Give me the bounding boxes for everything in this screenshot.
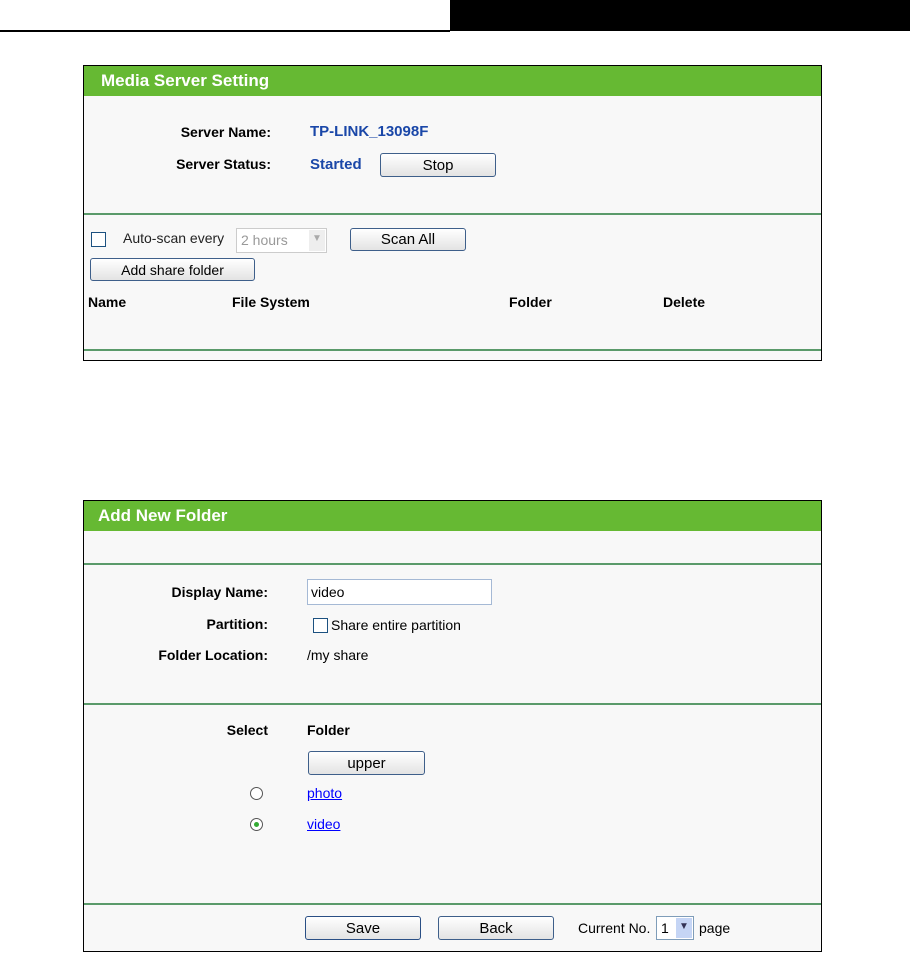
add-share-folder-button[interactable]: Add share folder	[90, 258, 255, 281]
display-name-input[interactable]	[307, 579, 492, 605]
select-header: Select	[226, 722, 268, 738]
column-delete: Delete	[663, 294, 706, 310]
chevron-down-icon: ▼	[676, 918, 692, 938]
partition-label: Partition:	[206, 616, 268, 632]
current-no-label: Current No.	[578, 920, 651, 936]
column-file-system: File System	[232, 294, 310, 310]
folder-radio-video[interactable]	[250, 818, 263, 831]
chevron-down-icon: ▼	[309, 230, 325, 251]
column-folder: Folder	[509, 294, 552, 310]
server-name-value: TP-LINK_13098F	[310, 123, 429, 140]
save-button[interactable]: Save	[305, 916, 421, 940]
page-select[interactable]: 1 ▼	[656, 916, 694, 940]
folder-link-photo[interactable]: photo	[307, 785, 342, 801]
media-server-panel: Media Server Setting Server Name: TP-LIN…	[83, 65, 822, 361]
auto-scan-interval-value: 2 hours	[241, 232, 288, 248]
top-rule	[0, 30, 450, 32]
folder-radio-photo[interactable]	[250, 787, 263, 800]
divider	[84, 703, 821, 705]
folder-link-video[interactable]: video	[307, 816, 340, 832]
auto-scan-checkbox[interactable]	[91, 232, 106, 247]
auto-scan-label: Auto-scan every	[123, 230, 225, 246]
folder-header: Folder	[307, 722, 350, 738]
share-entire-partition-label: Share entire partition	[331, 617, 461, 633]
divider	[84, 563, 821, 565]
divider	[84, 213, 821, 215]
server-name-label: Server Name:	[180, 124, 271, 140]
stop-button[interactable]: Stop	[380, 153, 496, 177]
page-label: page	[699, 920, 731, 936]
scan-all-button[interactable]: Scan All	[350, 228, 466, 251]
page-select-value: 1	[661, 920, 669, 936]
divider	[84, 349, 821, 351]
divider	[84, 903, 821, 905]
folder-location-value: /my share	[307, 647, 369, 663]
panel-title: Media Server Setting	[84, 66, 821, 96]
top-bar	[450, 0, 910, 31]
column-name: Name	[88, 294, 127, 310]
panel-title: Add New Folder	[84, 501, 821, 531]
folder-location-label: Folder Location:	[158, 647, 268, 663]
back-button[interactable]: Back	[438, 916, 554, 940]
server-status-label: Server Status:	[176, 156, 271, 172]
share-entire-partition-checkbox[interactable]	[313, 618, 328, 633]
upper-button[interactable]: upper	[308, 751, 425, 775]
auto-scan-interval-select[interactable]: 2 hours ▼	[236, 228, 327, 253]
server-status-value: Started	[310, 156, 362, 173]
add-folder-panel: Add New Folder Display Name: Partition: …	[83, 500, 822, 952]
display-name-label: Display Name:	[171, 584, 268, 600]
